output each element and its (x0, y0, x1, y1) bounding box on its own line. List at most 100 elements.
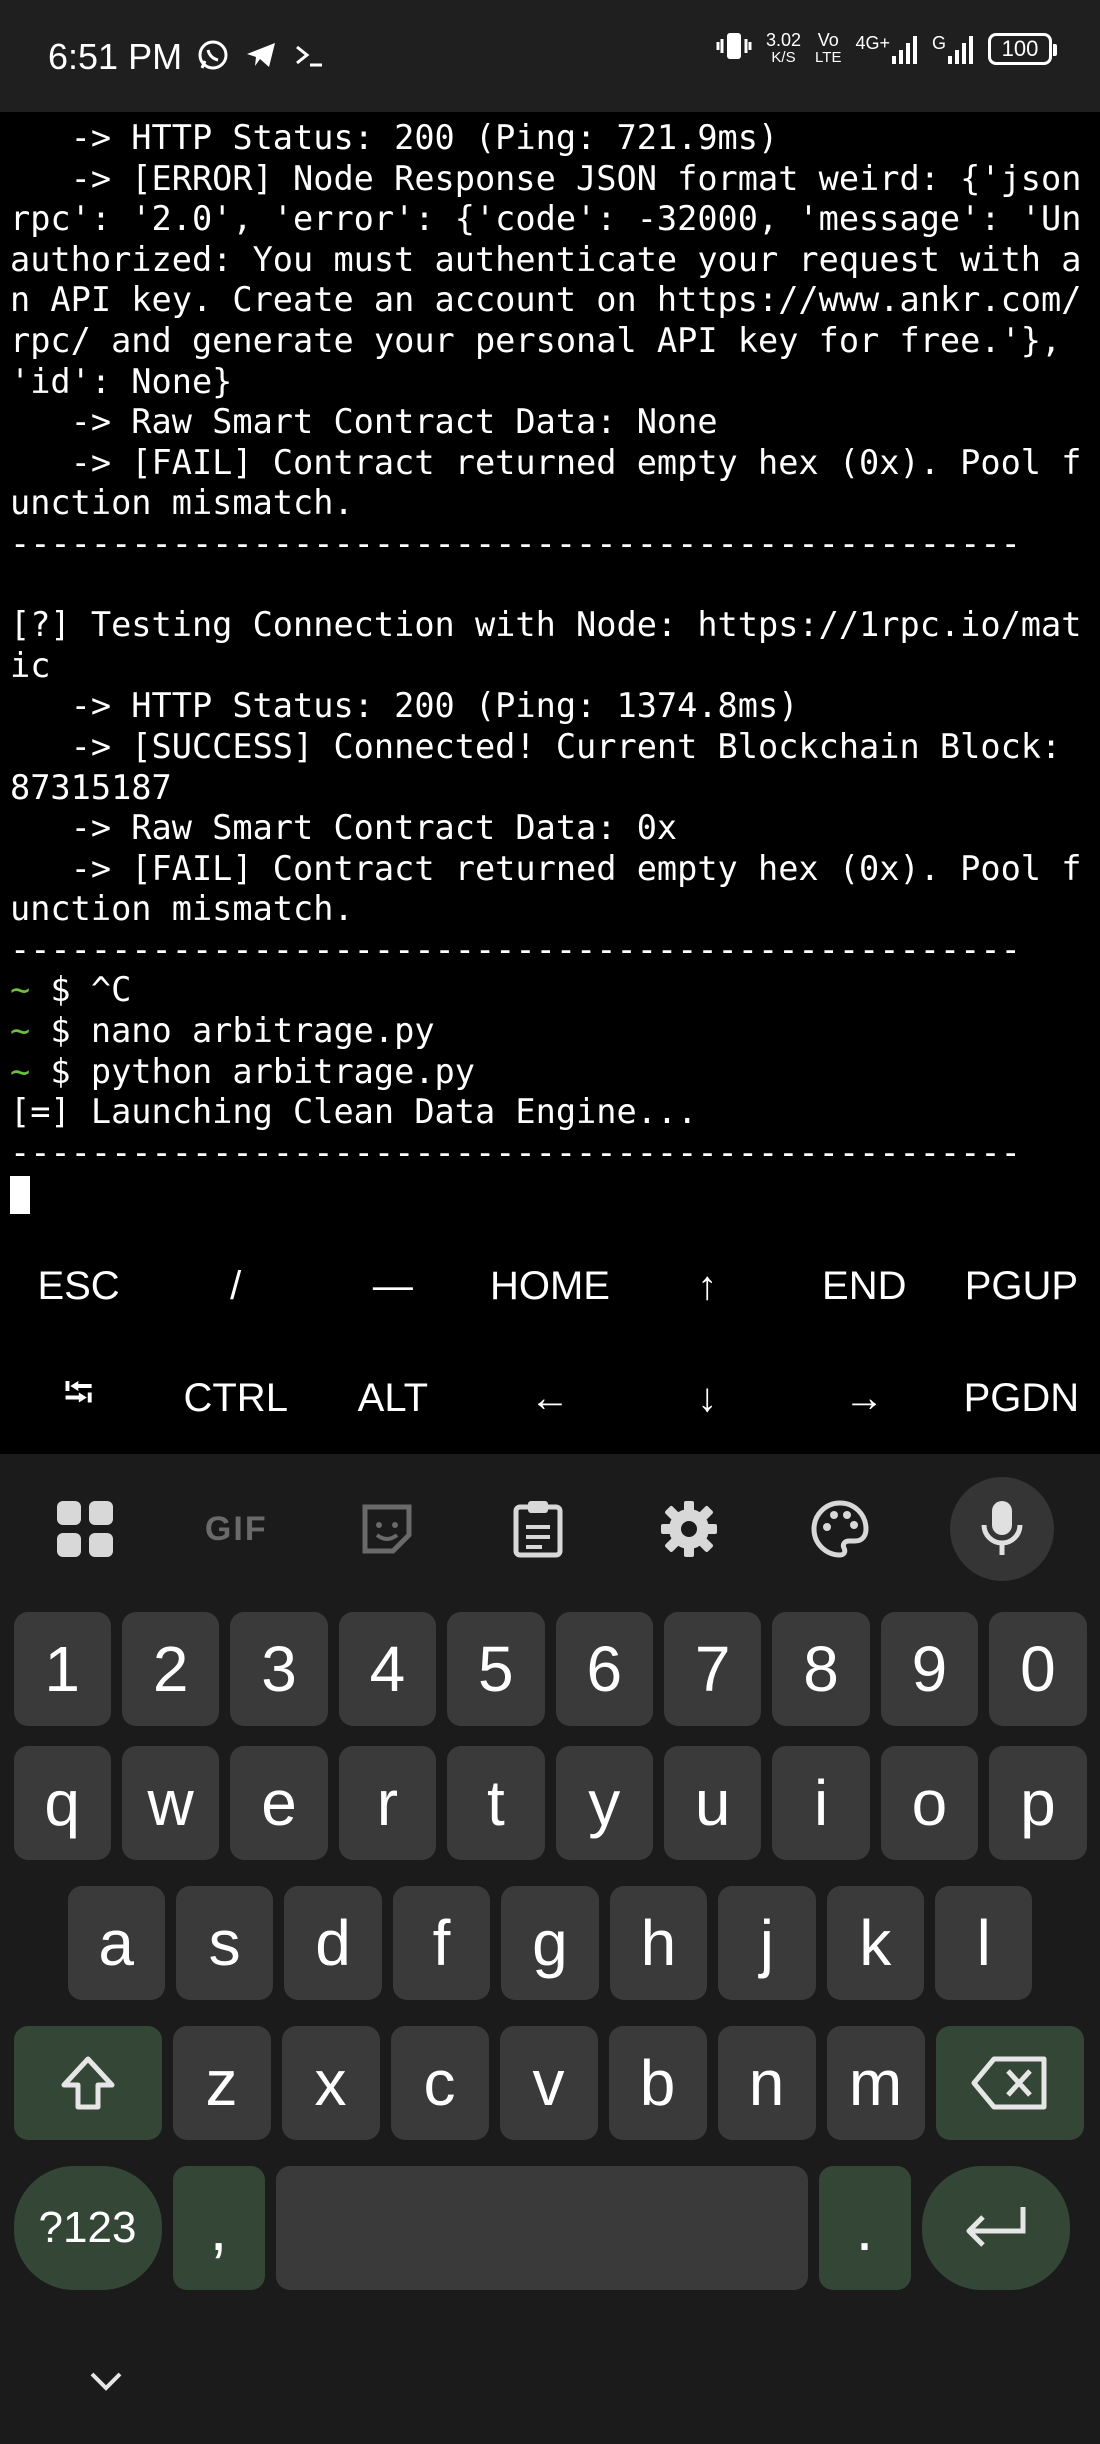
signal-sim2: G (932, 34, 974, 64)
battery-icon: 100 (988, 32, 1057, 65)
network-speed-value: 3.02 (766, 29, 802, 50)
esc-key[interactable]: ESC (0, 1230, 157, 1342)
period-key[interactable]: . (818, 2166, 911, 2290)
key-n[interactable]: n (717, 2026, 816, 2140)
key-4[interactable]: 4 (338, 1612, 437, 1726)
key-b[interactable]: b (608, 2026, 707, 2140)
key-3[interactable]: 3 (230, 1612, 328, 1726)
key-m[interactable]: m (826, 2026, 925, 2140)
terminal-line: -> [ERROR] Node Response JSON format wei… (10, 158, 1082, 198)
extra-keys-bar: ESC / — HOME ↑ END PGUP ⭾ CTRL ALT ← ↓ →… (0, 1230, 1100, 1454)
notification-icons (196, 38, 326, 77)
microphone-button[interactable] (950, 1477, 1055, 1581)
status-time: 6:51 PM (48, 36, 183, 77)
down-arrow-key[interactable]: ↓ (629, 1342, 786, 1454)
key-q[interactable]: q (13, 1746, 111, 1860)
terminal-separator: ----------------------------------------… (10, 1132, 1021, 1172)
palette-icon[interactable] (800, 1489, 880, 1569)
key-6[interactable]: 6 (555, 1612, 653, 1726)
pgup-key[interactable]: PGUP (943, 1230, 1100, 1342)
keyboard-row-numbers: 1 2 3 4 5 6 7 8 9 0 (0, 1612, 1100, 1726)
key-y[interactable]: y (555, 1746, 653, 1860)
terminal-line: -> HTTP Status: 200 (Ping: 1374.8ms) (10, 686, 799, 726)
key-2[interactable]: 2 (121, 1612, 220, 1726)
terminal-line: [=] Launching Clean Data Engine... (10, 1092, 698, 1132)
chevron-down-icon[interactable] (86, 2368, 126, 2401)
slash-key[interactable]: / (157, 1230, 314, 1342)
backspace-key[interactable] (935, 2026, 1084, 2140)
enter-key[interactable] (921, 2166, 1070, 2290)
keyboard-row-bottom: ?123 , . (0, 2166, 1100, 2290)
key-c[interactable]: c (390, 2026, 489, 2140)
vibrate-icon (716, 28, 752, 69)
key-i[interactable]: i (772, 1746, 870, 1860)
terminal-cursor (10, 1175, 30, 1214)
shift-key[interactable] (13, 2026, 162, 2140)
apps-grid-icon[interactable] (45, 1489, 125, 1569)
key-g[interactable]: g (501, 1886, 599, 2000)
enter-arrow-icon (966, 2207, 1025, 2247)
terminal-line: [?] Testing Connection with Node: https:… (10, 605, 1082, 645)
comma-key[interactable]: , (172, 2166, 265, 2290)
settings-gear-icon[interactable] (649, 1489, 729, 1569)
key-w[interactable]: w (121, 1746, 220, 1860)
clipboard-icon[interactable] (498, 1489, 578, 1569)
key-j[interactable]: j (718, 1886, 816, 2000)
space-bar[interactable] (275, 2166, 808, 2290)
status-bar: 6:51 PM 3.02 K/S Vo LTE 4G+ G 100 (0, 0, 1100, 112)
terminal-line: rpc': '2.0', 'error': {'code': -32000, '… (10, 199, 1082, 239)
terminal-line: -> Raw Smart Contract Data: None (10, 402, 718, 442)
key-x[interactable]: x (281, 2026, 380, 2140)
terminal-icon (292, 38, 326, 77)
key-h[interactable]: h (609, 1886, 708, 2000)
prompt-tilde: ~ (10, 1051, 31, 1091)
key-z[interactable]: z (172, 2026, 271, 2140)
key-a[interactable]: a (67, 1886, 165, 2000)
tab-key[interactable]: ⭾ (0, 1342, 157, 1454)
key-p[interactable]: p (989, 1746, 1087, 1860)
terminal-line: n API key. Create an account on https://… (10, 280, 1082, 320)
key-k[interactable]: k (826, 1886, 924, 2000)
key-o[interactable]: o (880, 1746, 979, 1860)
prompt-line: ~ $ ^C (10, 970, 1090, 1011)
up-arrow-key[interactable]: ↑ (629, 1230, 786, 1342)
terminal-line: 87315187 (10, 767, 172, 807)
key-9[interactable]: 9 (880, 1612, 979, 1726)
end-key[interactable]: END (786, 1230, 943, 1342)
terminal-output[interactable]: -> HTTP Status: 200 (Ping: 721.9ms) -> [… (0, 112, 1100, 1230)
signal-icon (891, 35, 917, 64)
key-d[interactable]: d (284, 1886, 382, 2000)
symbols-key[interactable]: ?123 (13, 2166, 162, 2290)
key-1[interactable]: 1 (13, 1612, 111, 1726)
signal-icon-2 (948, 35, 973, 64)
key-e[interactable]: e (230, 1746, 328, 1860)
sticker-icon[interactable] (347, 1489, 427, 1569)
prompt-tilde: ~ (10, 1011, 31, 1051)
key-t[interactable]: t (447, 1746, 545, 1860)
key-l[interactable]: l (935, 1886, 1033, 2000)
cursor-line (10, 1173, 1090, 1214)
alt-key[interactable]: ALT (314, 1342, 471, 1454)
key-0[interactable]: 0 (989, 1612, 1087, 1726)
volte-bottom: LTE (815, 48, 842, 66)
shift-arrow-icon (61, 2056, 114, 2110)
key-u[interactable]: u (663, 1746, 762, 1860)
home-key[interactable]: HOME (471, 1230, 628, 1342)
extra-keys-row-1: ESC / — HOME ↑ END PGUP (0, 1230, 1100, 1342)
pgdn-key[interactable]: PGDN (943, 1342, 1100, 1454)
key-s[interactable]: s (175, 1886, 274, 2000)
right-arrow-key[interactable]: → (786, 1342, 943, 1454)
key-5[interactable]: 5 (447, 1612, 545, 1726)
key-v[interactable]: v (499, 2026, 598, 2140)
terminal-line: -> [SUCCESS] Connected! Current Blockcha… (10, 726, 1062, 766)
key-r[interactable]: r (338, 1746, 437, 1860)
soft-keyboard: GIF 1 2 3 4 5 6 7 8 9 0 q w e r t y u i … (0, 1454, 1100, 2444)
gif-icon[interactable]: GIF (196, 1489, 276, 1569)
ctrl-key[interactable]: CTRL (157, 1342, 314, 1454)
key-8[interactable]: 8 (772, 1612, 870, 1726)
command-text: ^C (90, 970, 132, 1010)
key-7[interactable]: 7 (663, 1612, 762, 1726)
left-arrow-key[interactable]: ← (471, 1342, 628, 1454)
key-f[interactable]: f (392, 1886, 491, 2000)
dash-key[interactable]: — (314, 1230, 471, 1342)
